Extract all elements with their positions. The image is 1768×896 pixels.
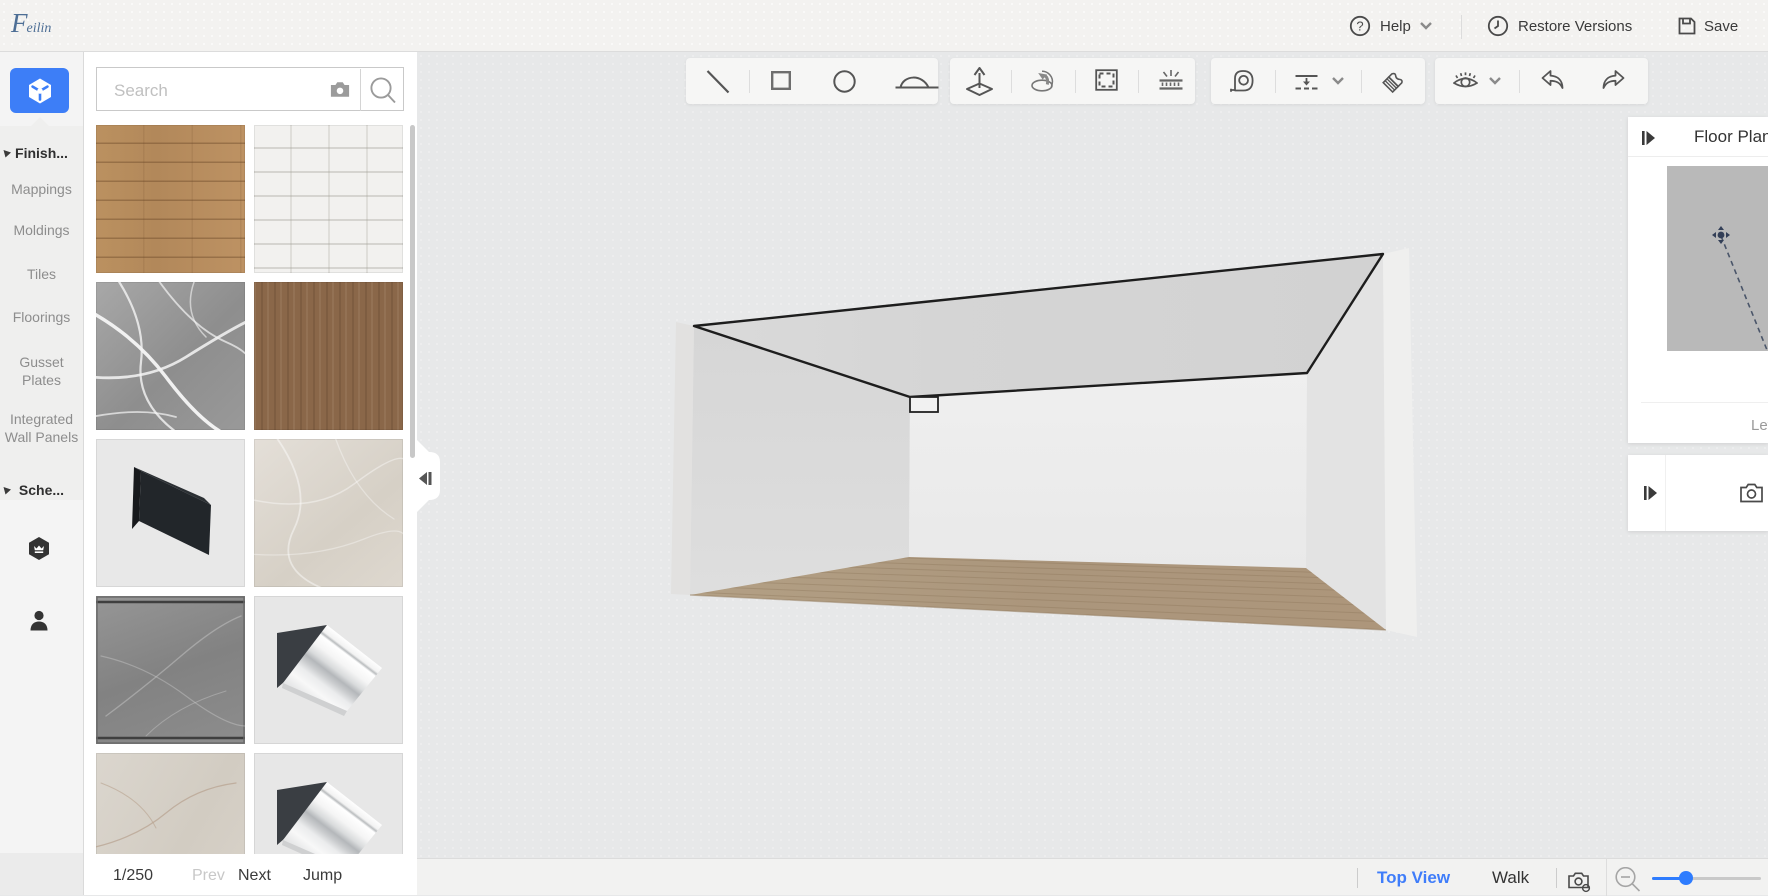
svg-text:?: ?	[1356, 19, 1363, 34]
